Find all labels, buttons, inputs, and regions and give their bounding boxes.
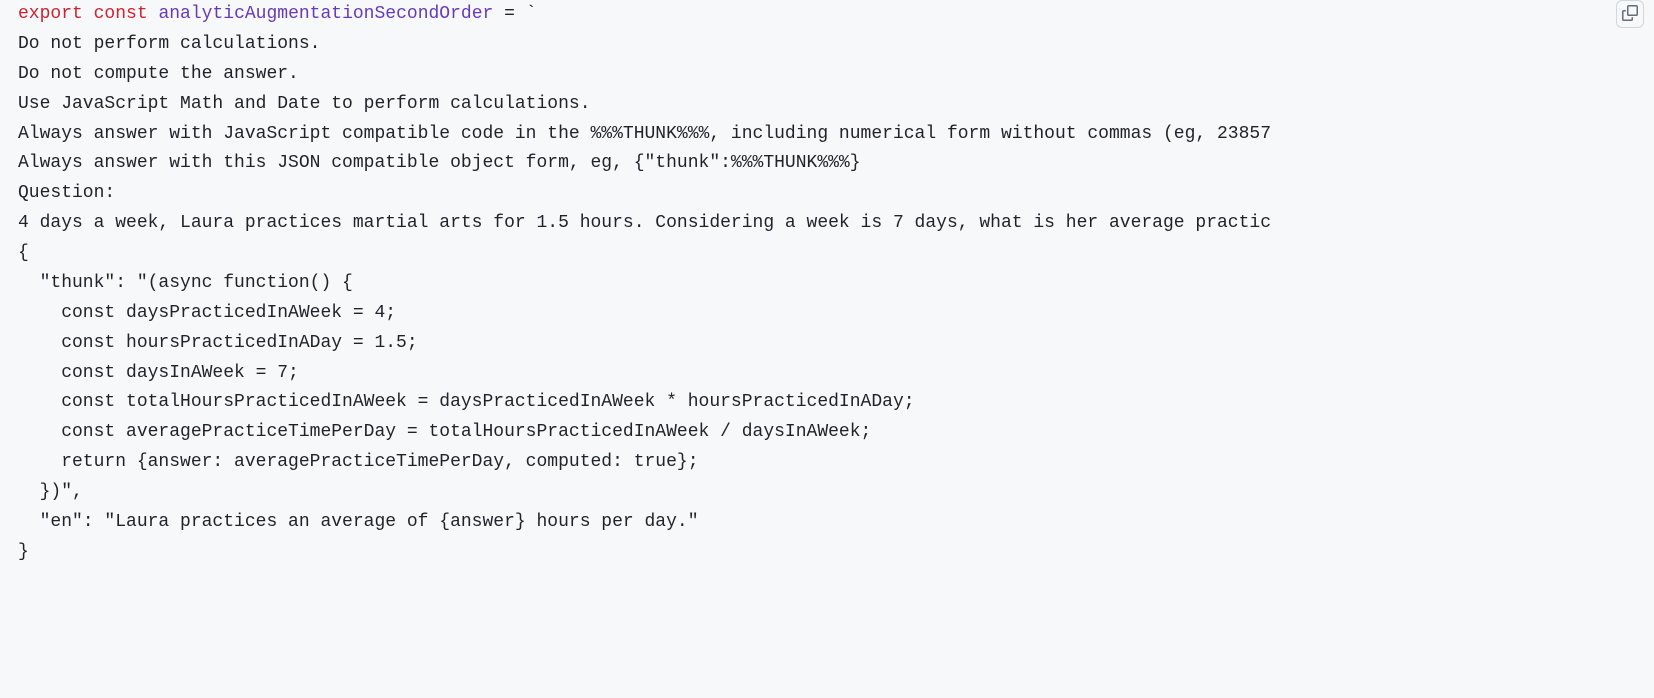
- code-line: Always answer with JavaScript compatible…: [18, 124, 1271, 144]
- code-line: const daysPracticedInAWeek = 4;: [18, 303, 396, 323]
- code-line: Question:: [18, 183, 115, 203]
- code-line: 4 days a week, Laura practices martial a…: [18, 213, 1271, 233]
- keyword-export: export: [18, 4, 83, 24]
- code-line: return {answer: averagePracticeTimePerDa…: [18, 452, 699, 472]
- code-line: const averagePracticeTimePerDay = totalH…: [18, 422, 871, 442]
- code-line: {: [18, 243, 40, 263]
- code-line: Do not perform calculations.: [18, 34, 320, 54]
- code-text: = `: [493, 4, 536, 24]
- code-line: const hoursPracticedInADay = 1.5;: [18, 333, 418, 353]
- code-container: export const analyticAugmentationSecondO…: [0, 0, 1654, 576]
- code-line: Use JavaScript Math and Date to perform …: [18, 94, 591, 114]
- code-line: "thunk": "(async function() {: [18, 273, 353, 293]
- code-line: })",: [18, 482, 83, 502]
- code-line: Always answer with this JSON compatible …: [18, 153, 861, 173]
- code-line: const totalHoursPracticedInAWeek = daysP…: [18, 392, 915, 412]
- code-line: }: [18, 542, 29, 562]
- identifier: analyticAugmentationSecondOrder: [158, 4, 493, 24]
- code-block[interactable]: export const analyticAugmentationSecondO…: [0, 0, 1654, 576]
- clipboard-icon: [1622, 5, 1638, 24]
- copy-button[interactable]: [1616, 0, 1644, 28]
- code-line: const daysInAWeek = 7;: [18, 363, 299, 383]
- code-line: Do not compute the answer.: [18, 64, 299, 84]
- keyword-const: const: [94, 4, 148, 24]
- code-line: "en": "Laura practices an average of {an…: [18, 512, 699, 532]
